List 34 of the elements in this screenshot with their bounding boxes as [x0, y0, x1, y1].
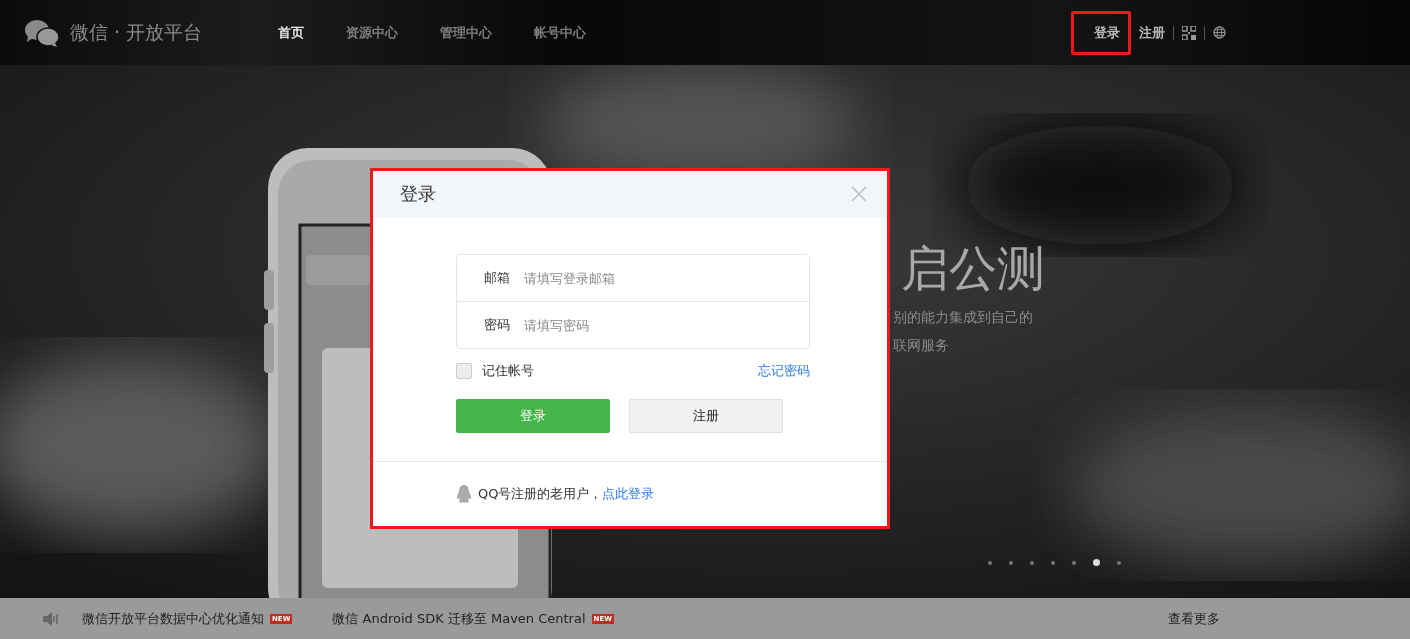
forgot-password-link[interactable]: 忘记密码: [758, 362, 810, 380]
nav-link[interactable]: 首页: [278, 23, 304, 42]
carousel-dot[interactable]: [1072, 560, 1076, 565]
hero-subtitle: 联网服务: [893, 336, 950, 355]
qq-login-note: QQ号注册的老用户，点此登录: [478, 485, 655, 503]
qr-code-icon[interactable]: [1182, 25, 1196, 40]
dialog-title: 登录: [400, 182, 436, 206]
field-label: 邮箱: [484, 269, 510, 287]
logo-text: 微信 · 开放平台: [70, 19, 203, 45]
login-link[interactable]: 登录: [1071, 10, 1131, 55]
hero-subtitle: 别的能力集成到自己的: [893, 308, 1034, 327]
speaker-icon: [42, 611, 60, 626]
penguin-icon: [456, 485, 472, 503]
carousel-dot[interactable]: [1051, 560, 1055, 565]
nav-link[interactable]: 帐号中心: [534, 23, 586, 42]
more-link[interactable]: 查看更多: [1168, 609, 1220, 628]
carousel-dot[interactable]: [988, 560, 992, 565]
globe-icon[interactable]: [1213, 26, 1226, 39]
carousel-dot[interactable]: [1093, 559, 1100, 566]
nav-link[interactable]: 资源中心: [346, 23, 398, 42]
carousel-dot[interactable]: [1009, 560, 1013, 565]
nav-link[interactable]: 管理中心: [440, 23, 492, 42]
carousel-dot[interactable]: [1030, 560, 1034, 565]
field-label: 密码: [484, 316, 510, 334]
remember-checkbox[interactable]: [456, 363, 472, 379]
wechat-logo-icon: [24, 17, 60, 48]
register-button[interactable]: 注册: [629, 399, 783, 433]
hero-headline: 启公测: [900, 239, 1045, 298]
register-link[interactable]: 注册: [1139, 23, 1165, 42]
qq-login-link[interactable]: 点此登录: [602, 486, 655, 501]
carousel-dot[interactable]: [1117, 560, 1121, 565]
input-field[interactable]: 请填写密码: [524, 316, 724, 334]
input-field[interactable]: 请填写登录邮箱: [524, 269, 724, 287]
remember-label: 记住帐号: [482, 362, 534, 380]
